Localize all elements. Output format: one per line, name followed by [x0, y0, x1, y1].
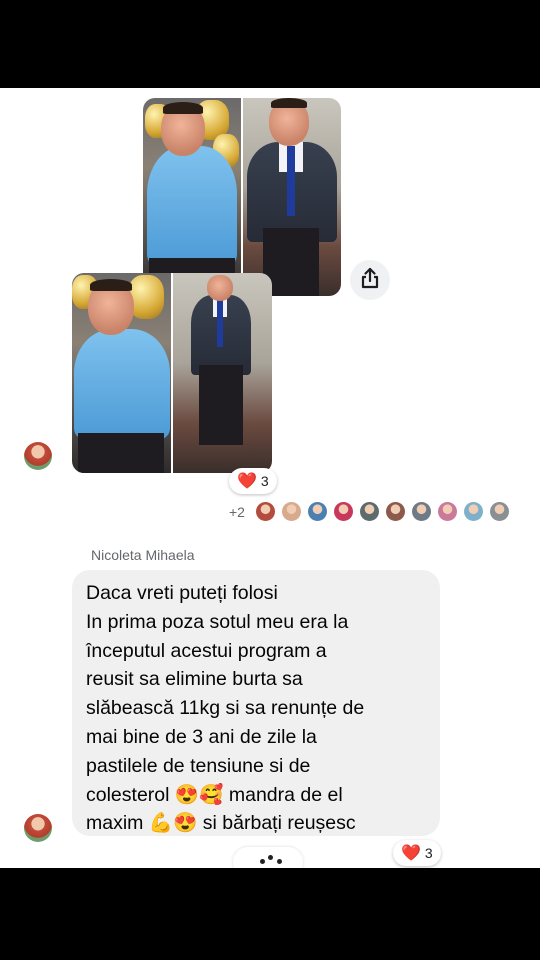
heart-icon: ❤️	[237, 473, 257, 490]
seen-avatar	[307, 502, 327, 521]
photo-after	[171, 273, 272, 473]
seen-avatar	[385, 502, 405, 521]
avatar[interactable]	[24, 814, 52, 842]
seen-avatar	[281, 502, 301, 521]
seen-avatar	[463, 502, 483, 521]
typing-indicator	[233, 847, 303, 868]
share-icon	[360, 267, 380, 294]
message-line: reusit sa elimine burta sa	[86, 668, 303, 691]
reaction-badge[interactable]: ❤️ 3	[229, 468, 277, 494]
photo-before	[143, 98, 241, 296]
seen-by-extra-count: +2	[229, 503, 245, 520]
reaction-count: 3	[424, 845, 433, 861]
photo-before-after-1[interactable]	[143, 98, 341, 296]
sender-name: Nicoleta Mihaela	[91, 547, 195, 563]
photo-before	[72, 273, 171, 473]
message-line: In prima poza sotul meu era la	[86, 610, 349, 633]
message-line: maxim 💪😍 si bărbați reușesc	[86, 812, 356, 835]
message-text: Daca vreti puteți folosi In prima poza so…	[86, 579, 436, 838]
message-line: pastilele de tensiune si de	[86, 754, 311, 777]
seen-by-row[interactable]: +2	[229, 502, 509, 521]
chat-screen: ❤️ 3 +2 Nicoleta Mihaela Daca vreti pute…	[0, 88, 540, 868]
reaction-count: 3	[260, 473, 269, 489]
seen-avatar	[411, 502, 431, 521]
message-line: începutul acestui program a	[86, 639, 327, 662]
photo-before-after-2[interactable]	[72, 273, 272, 473]
message-line: colesterol 😍🥰 mandra de el	[86, 783, 343, 806]
seen-avatar	[489, 502, 509, 521]
heart-icon: ❤️	[401, 845, 421, 862]
message-bubble[interactable]: Daca vreti puteți folosi In prima poza so…	[72, 570, 440, 836]
seen-avatar	[359, 502, 379, 521]
photo-after	[241, 98, 341, 296]
avatar[interactable]	[24, 442, 52, 470]
seen-avatar	[255, 502, 275, 521]
message-line: slăbească 11kg si sa renunțe de	[86, 697, 365, 720]
message-line: mai bine de 3 ani de zile la	[86, 725, 317, 748]
seen-avatar	[437, 502, 457, 521]
message-line: Daca vreti puteți folosi	[86, 582, 278, 604]
reaction-badge[interactable]: ❤️ 3	[393, 840, 441, 866]
seen-avatar	[333, 502, 353, 521]
share-button[interactable]	[350, 260, 390, 300]
